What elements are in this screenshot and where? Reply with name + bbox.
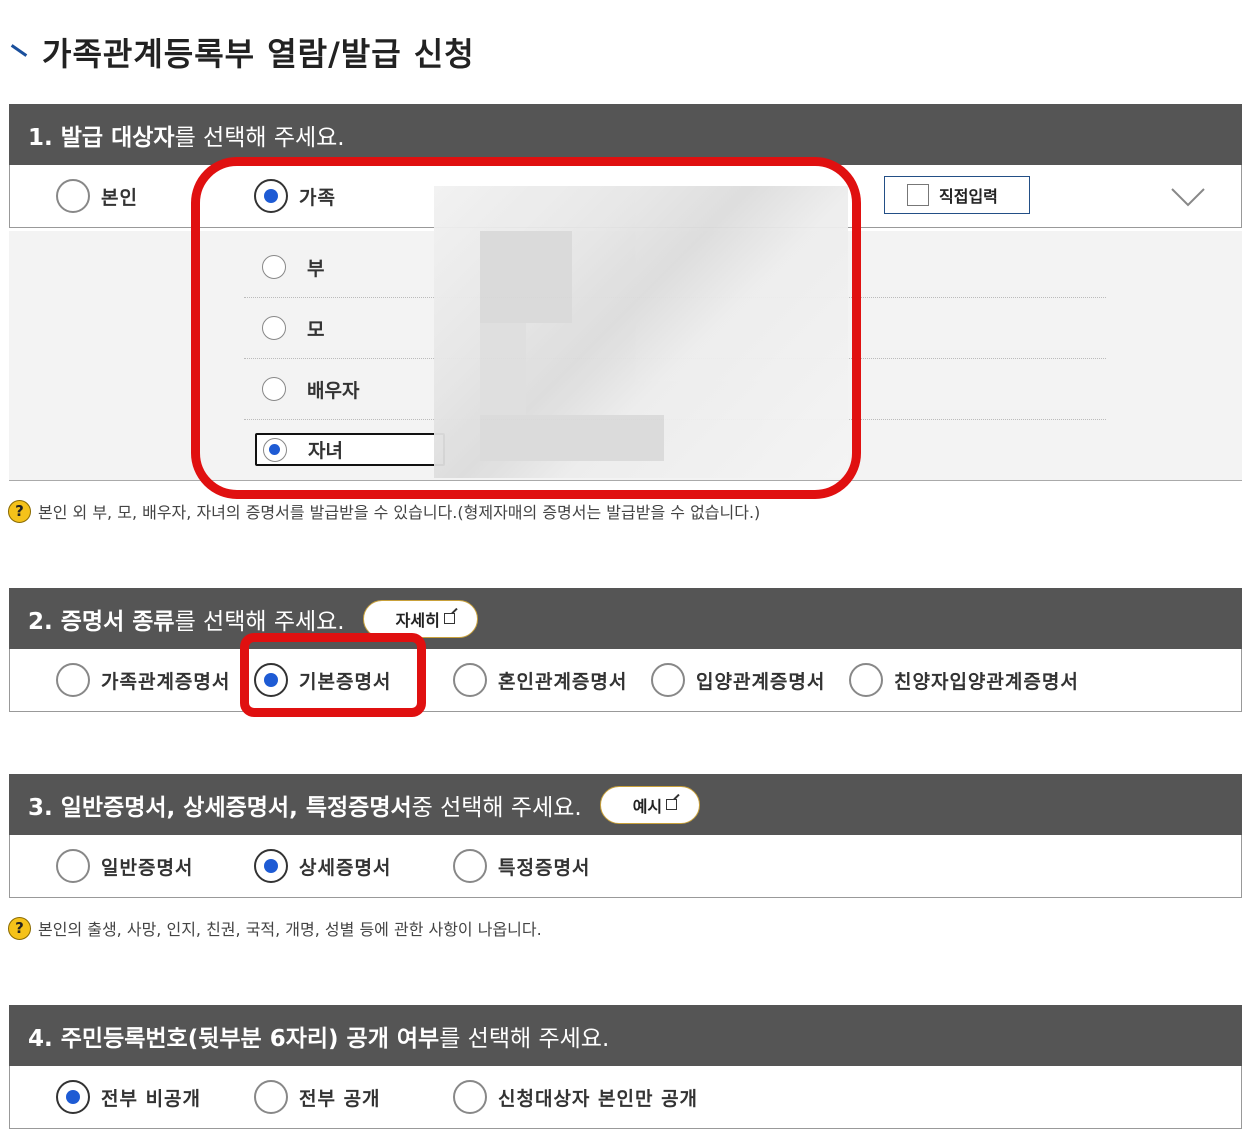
cert-basic-label: 기본증명서 (299, 670, 392, 693)
radio-checked-icon[interactable] (263, 437, 287, 462)
direct-input-button[interactable]: 직접입력 (884, 176, 1030, 214)
redacted-area (434, 186, 848, 478)
radio-icon[interactable] (56, 179, 90, 213)
external-link-icon (443, 613, 455, 624)
direct-input-label: 직접입력 (939, 187, 998, 206)
cert-family-relation-label: 가족관계증명서 (101, 670, 231, 693)
page-title-text: 가족관계등록부 열람/발급 신청 (42, 35, 475, 73)
radio-checked-icon[interactable] (254, 849, 288, 883)
rrn-self-only-label: 신청대상자 본인만 공개 (498, 1087, 699, 1110)
cert-full-adoption-radio[interactable]: 친양자입양관계증명서 (849, 649, 1079, 711)
question-icon: ? (8, 499, 31, 523)
question-icon: ? (8, 916, 31, 940)
target-family-radio[interactable]: 가족 (254, 165, 336, 227)
section3-note-text: 본인의 출생, 사망, 인지, 친권, 국적, 개명, 성별 등에 관한 사항이… (38, 920, 542, 939)
cert-basic-radio[interactable]: 기본증명서 (254, 649, 391, 711)
details-button[interactable]: 자세히 (362, 599, 478, 638)
example-button[interactable]: 예시 (599, 785, 701, 824)
family-child-label: 자녀 (308, 440, 343, 462)
rrn-all-private-label: 전부 비공개 (101, 1087, 202, 1110)
radio-icon[interactable] (453, 663, 487, 697)
section2-heading-bold: 2. 증명서 종류 (28, 608, 175, 635)
section4-heading-rest: 를 선택해 주세요. (439, 1025, 610, 1052)
page-title: 가족관계등록부 열람/발급 신청 (8, 30, 475, 74)
cert-marriage-radio[interactable]: 혼인관계증명서 (453, 649, 627, 711)
family-mother-label: 모 (307, 318, 325, 341)
section2-heading-rest: 를 선택해 주세요. (174, 608, 345, 635)
general-cert-label: 일반증명서 (101, 856, 194, 879)
cert-adoption-label: 입양관계증명서 (696, 670, 826, 693)
radio-icon[interactable] (453, 1080, 487, 1114)
section3-heading-bold: 3. 일반증명서, 상세증명서, 특정증명서 (28, 794, 412, 821)
family-child-radio[interactable]: 자녀 (255, 433, 445, 466)
details-label: 자세히 (395, 610, 440, 630)
target-self-label: 본인 (101, 186, 138, 209)
radio-icon[interactable] (453, 849, 487, 883)
target-self-radio[interactable]: 본인 (56, 165, 138, 227)
section1-heading-rest: 를 선택해 주세요. (174, 124, 345, 151)
radio-icon[interactable] (254, 1080, 288, 1114)
section4-header: 4. 주민등록번호(뒷부분 6자리) 공개 여부 를 선택해 주세요. (9, 1005, 1242, 1066)
rrn-disclosure-row: 전부 비공개 전부 공개 신청대상자 본인만 공개 (9, 1066, 1242, 1129)
specific-cert-radio[interactable]: 특정증명서 (453, 835, 590, 897)
redaction-block (480, 323, 526, 415)
radio-icon[interactable] (262, 377, 286, 401)
external-link-icon (666, 799, 678, 810)
radio-icon[interactable] (56, 849, 90, 883)
redaction-block (480, 231, 572, 323)
section1-heading-bold: 1. 발급 대상자 (28, 124, 175, 151)
radio-icon[interactable] (849, 663, 883, 697)
title-tick-icon (8, 41, 30, 63)
cert-full-adoption-label: 친양자입양관계증명서 (894, 670, 1079, 693)
certificate-type-row: 가족관계증명서 기본증명서 혼인관계증명서 입양관계증명서 친양자입양관계증명서 (9, 649, 1242, 712)
general-cert-radio[interactable]: 일반증명서 (56, 835, 193, 897)
rrn-all-public-radio[interactable]: 전부 공개 (254, 1066, 381, 1128)
checkbox-icon[interactable] (907, 184, 929, 206)
section3-header: 3. 일반증명서, 상세증명서, 특정증명서 중 선택해 주세요. 예시 (9, 774, 1242, 835)
target-family-label: 가족 (299, 186, 336, 209)
section4-heading-bold: 4. 주민등록번호(뒷부분 6자리) 공개 여부 (28, 1025, 440, 1052)
section1-header: 1. 발급 대상자 를 선택해 주세요. (9, 104, 1242, 165)
chevron-down-icon[interactable] (1170, 179, 1206, 215)
cert-family-relation-radio[interactable]: 가족관계증명서 (56, 649, 230, 711)
example-label: 예시 (632, 796, 663, 816)
section3-heading-rest: 중 선택해 주세요. (411, 794, 582, 821)
section3-note: ? 본인의 출생, 사망, 인지, 친권, 국적, 개명, 성별 등에 관한 사… (8, 915, 542, 941)
family-father-label: 부 (307, 257, 325, 280)
radio-icon[interactable] (262, 255, 286, 279)
radio-checked-icon[interactable] (254, 179, 288, 213)
rrn-all-public-label: 전부 공개 (299, 1087, 381, 1110)
radio-checked-icon[interactable] (56, 1080, 90, 1114)
detail-level-row: 일반증명서 상세증명서 특정증명서 (9, 835, 1242, 898)
radio-icon[interactable] (651, 663, 685, 697)
detailed-cert-label: 상세증명서 (299, 856, 392, 879)
radio-checked-icon[interactable] (254, 663, 288, 697)
detailed-cert-radio[interactable]: 상세증명서 (254, 835, 391, 897)
section2-header: 2. 증명서 종류 를 선택해 주세요. 자세히 (9, 588, 1242, 649)
section1-note: ? 본인 외 부, 모, 배우자, 자녀의 증명서를 발급받을 수 있습니다.(… (8, 498, 760, 524)
radio-icon[interactable] (56, 663, 90, 697)
redaction-block (480, 415, 664, 461)
rrn-all-private-radio[interactable]: 전부 비공개 (56, 1066, 201, 1128)
cert-adoption-radio[interactable]: 입양관계증명서 (651, 649, 825, 711)
family-spouse-label: 배우자 (307, 379, 360, 402)
specific-cert-label: 특정증명서 (498, 856, 591, 879)
rrn-self-only-radio[interactable]: 신청대상자 본인만 공개 (453, 1066, 698, 1128)
section1-note-text: 본인 외 부, 모, 배우자, 자녀의 증명서를 발급받을 수 있습니다.(형제… (38, 503, 761, 522)
cert-marriage-label: 혼인관계증명서 (498, 670, 628, 693)
radio-icon[interactable] (262, 316, 286, 340)
